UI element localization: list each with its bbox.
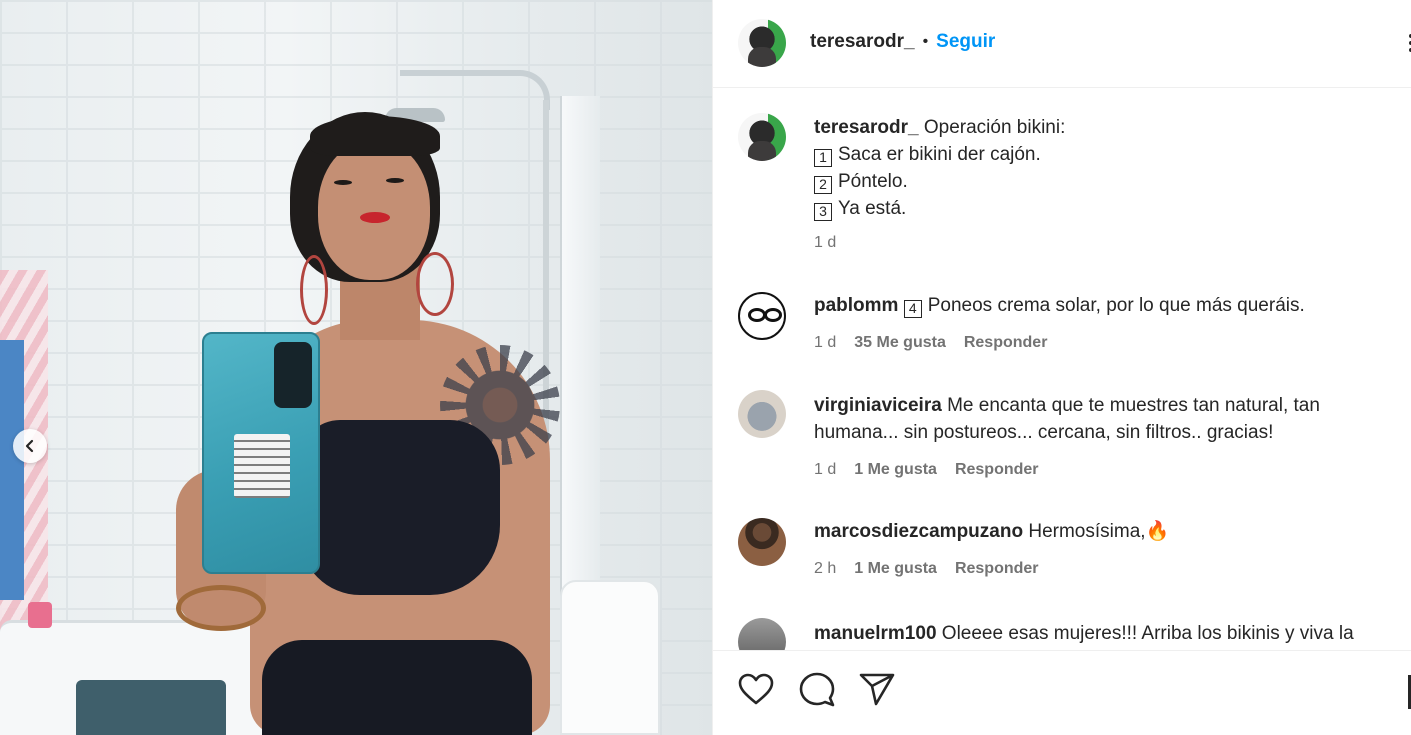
chevron-left-icon xyxy=(25,439,34,453)
comment-body: Me encanta que te muestres tan natural, … xyxy=(947,395,1320,416)
commenter-avatar[interactable] xyxy=(738,292,786,340)
smartphone xyxy=(202,332,320,574)
comment-meta: 1 d 1 Me gusta Responder xyxy=(814,461,1039,479)
comment-body-cont: humana... sin postureos... cercana, sin … xyxy=(814,422,1274,443)
caption-line: 2 Póntelo. xyxy=(814,168,1404,195)
caption-line-text: Saca er bikini der cajón. xyxy=(838,144,1041,165)
action-bar xyxy=(713,650,1411,735)
heart-icon[interactable] xyxy=(737,671,775,709)
follow-button[interactable]: Seguir xyxy=(936,31,995,53)
comment-likes[interactable]: 1 Me gusta xyxy=(854,461,937,479)
prev-slide-button[interactable] xyxy=(13,429,47,463)
commenter-username[interactable]: marcosdiezcampuzano xyxy=(814,521,1023,542)
caption-username[interactable]: teresarodr_ xyxy=(814,117,919,138)
comment-text: virginiaviceira Me encanta que te muestr… xyxy=(814,392,1404,446)
phone-camera xyxy=(274,342,312,408)
commenter-avatar[interactable] xyxy=(738,390,786,438)
towel-blue xyxy=(0,340,24,600)
comment-likes[interactable]: 35 Me gusta xyxy=(854,334,946,352)
caption-line-text: Ya está. xyxy=(838,198,907,219)
comment-timestamp[interactable]: 2 h xyxy=(814,560,836,578)
reply-button[interactable]: Responder xyxy=(955,560,1039,578)
separator-dot: • xyxy=(922,33,929,50)
comment-body: Oleeee esas mujeres!!! Arriba los bikini… xyxy=(941,623,1354,644)
caption-text: teresarodr_ Operación bikini: 1 Saca er b… xyxy=(814,114,1404,222)
bath-mat xyxy=(76,680,226,735)
comment-text: marcosdiezcampuzano Hermosísima,🔥 xyxy=(814,518,1404,545)
post-sidebar: teresarodr_ • Seguir teresarodr_ Operaci… xyxy=(712,0,1411,735)
person-bangs xyxy=(310,116,440,156)
caption-avatar[interactable] xyxy=(738,113,786,161)
comment-body: Poneos crema solar, por lo que más querá… xyxy=(927,295,1305,316)
reply-button[interactable]: Responder xyxy=(964,334,1048,352)
eye-left xyxy=(334,180,352,185)
bikini-bottom xyxy=(262,640,532,735)
caption-line: 3 Ya está. xyxy=(814,195,1404,222)
person-face xyxy=(318,140,430,280)
eye-right xyxy=(386,178,404,183)
header-user-row: teresarodr_ • Seguir xyxy=(810,31,995,53)
comment-text: manuelrm100 Oleeee esas mujeres!!! Arrib… xyxy=(814,620,1404,647)
caption-timestamp[interactable]: 1 d xyxy=(814,234,836,252)
toilet xyxy=(560,580,660,735)
caption-line: 1 Saca er bikini der cajón. xyxy=(814,141,1404,168)
reply-button[interactable]: Responder xyxy=(955,461,1039,479)
keycap-number: 4 xyxy=(903,300,922,318)
keycap-number: 2 xyxy=(814,176,832,194)
soap-bottle xyxy=(28,602,52,628)
bracelet xyxy=(176,585,266,631)
post-header: teresarodr_ • Seguir xyxy=(713,0,1411,88)
keycap-number: 3 xyxy=(814,203,832,221)
comment-likes[interactable]: 1 Me gusta xyxy=(854,560,937,578)
commenter-avatar[interactable] xyxy=(738,618,786,650)
post-viewer: teresarodr_ • Seguir teresarodr_ Operaci… xyxy=(0,0,1411,735)
comment-text: pablomm 4 Poneos crema solar, por lo que … xyxy=(814,292,1404,319)
comment-meta: 2 h 1 Me gusta Responder xyxy=(814,560,1039,578)
commenter-username[interactable]: virginiaviceira xyxy=(814,395,942,416)
comment-timestamp[interactable]: 1 d xyxy=(814,334,836,352)
commenter-avatar[interactable] xyxy=(738,518,786,566)
lips xyxy=(360,212,390,223)
commenter-username[interactable]: manuelrm100 xyxy=(814,623,937,644)
paper-plane-icon[interactable] xyxy=(858,671,896,709)
more-options-icon[interactable] xyxy=(1406,33,1411,53)
comment-meta: 1 d 35 Me gusta Responder xyxy=(814,334,1047,352)
caption-line-text: Póntelo. xyxy=(838,171,908,192)
caption-meta: 1 d xyxy=(814,234,836,252)
post-media[interactable] xyxy=(0,0,712,735)
comment-timestamp[interactable]: 1 d xyxy=(814,461,836,479)
comment-body: Hermosísima,🔥 xyxy=(1028,521,1170,542)
commenter-username[interactable]: pablomm xyxy=(814,295,898,316)
author-username[interactable]: teresarodr_ xyxy=(810,31,915,53)
comments-scroll-area[interactable]: teresarodr_ Operación bikini: 1 Saca er b… xyxy=(713,88,1411,650)
hoop-earring-left xyxy=(300,255,328,325)
author-avatar[interactable] xyxy=(738,19,786,67)
hoop-earring-right xyxy=(416,252,454,316)
comment-bubble-icon[interactable] xyxy=(798,671,836,709)
phone-label-sticker xyxy=(234,434,290,498)
bikini-top xyxy=(300,420,500,595)
keycap-number: 1 xyxy=(814,149,832,167)
shower-pipe xyxy=(400,70,550,110)
caption-title: Operación bikini: xyxy=(923,117,1066,138)
